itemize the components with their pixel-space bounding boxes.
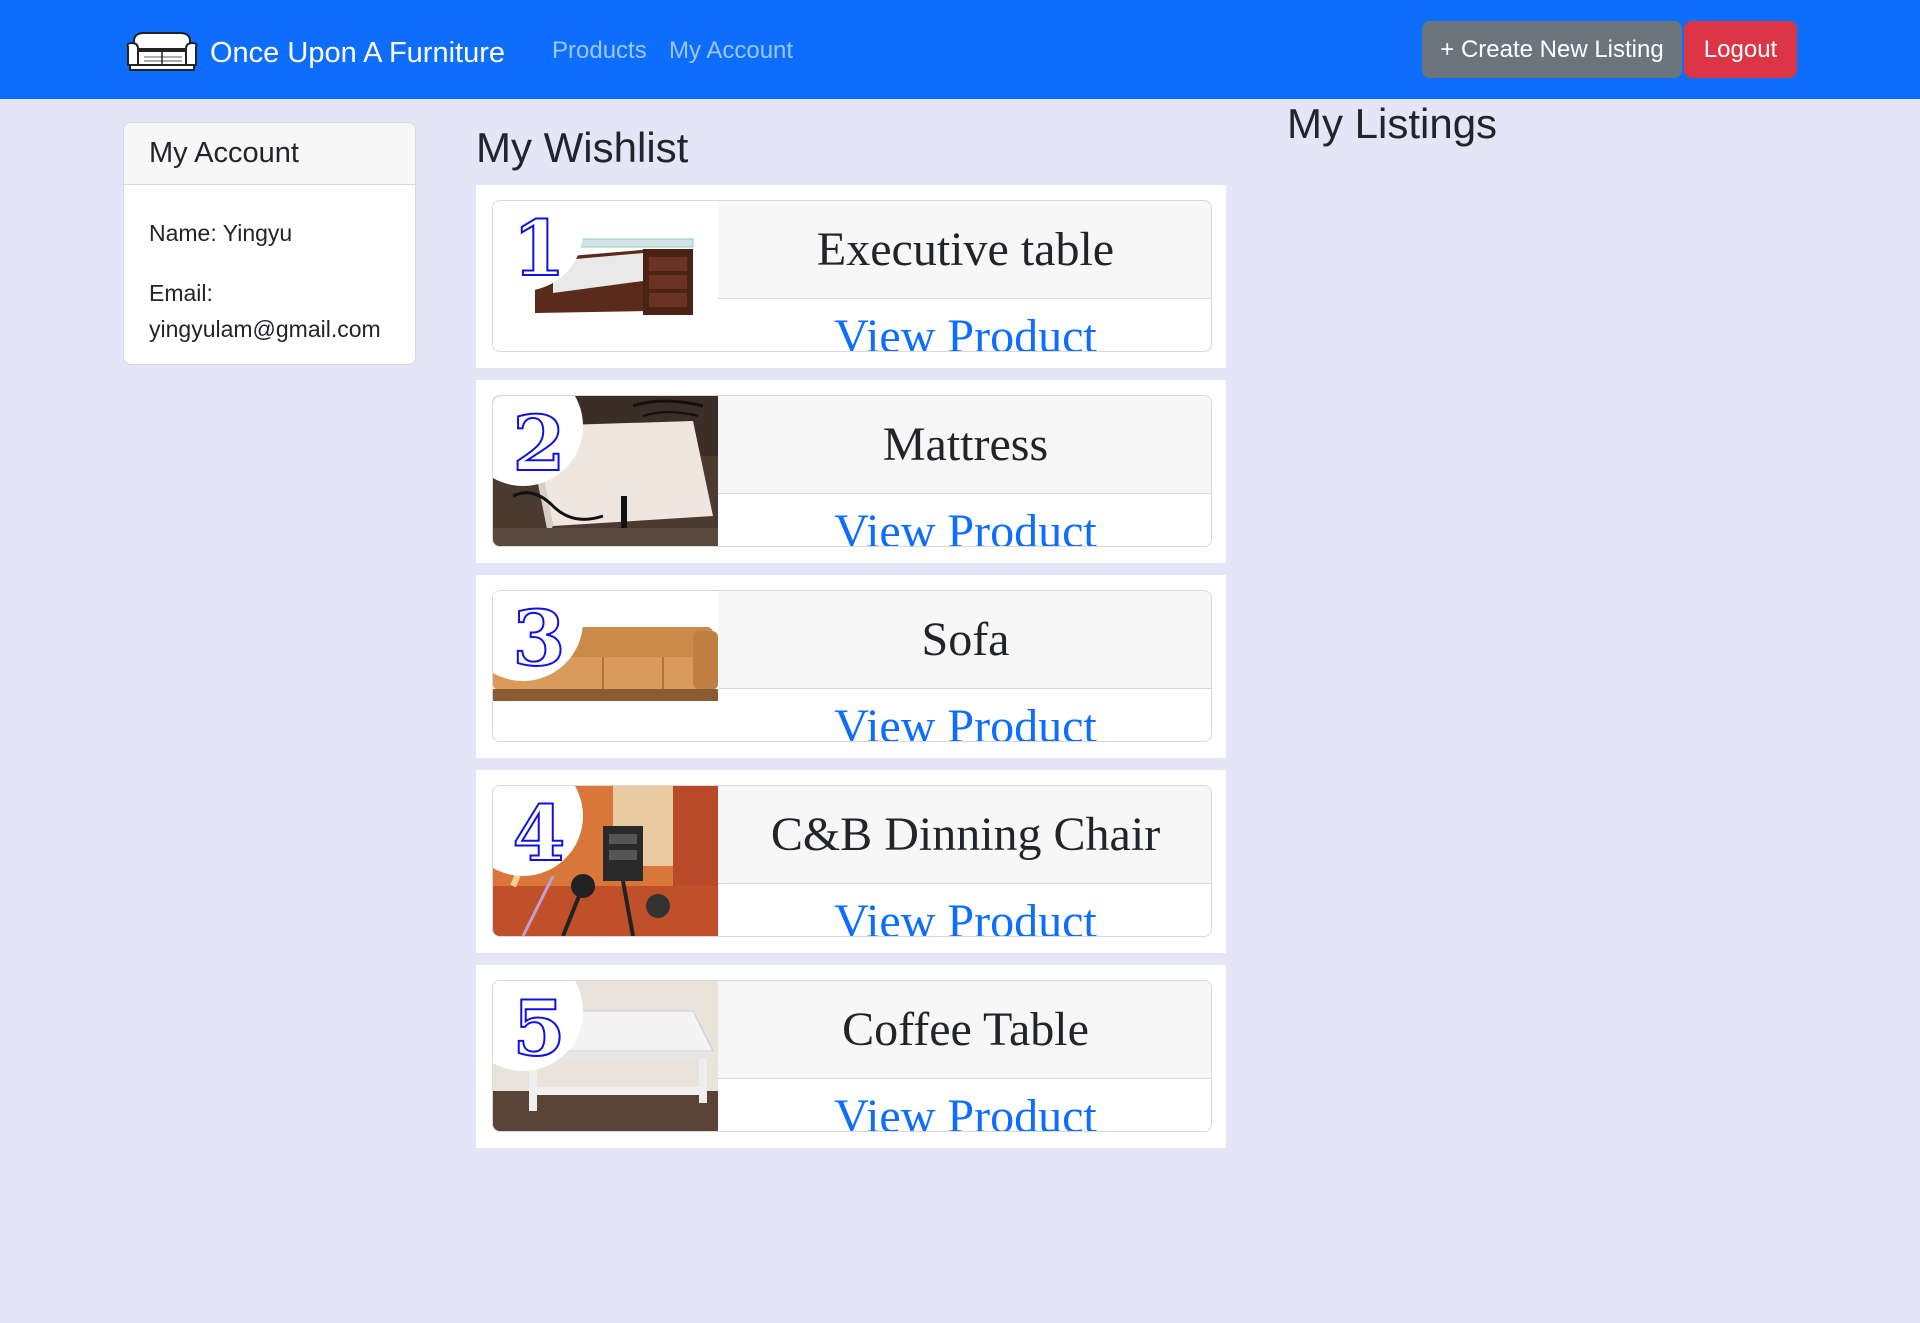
wishlist-item: 1 Executive table View Product: [476, 185, 1226, 368]
product-image-coffee-table: 5: [493, 981, 718, 1131]
product-image-dinning-chair: 4: [493, 786, 718, 936]
brand-name: Once Upon A Furniture: [210, 37, 505, 69]
view-product-link[interactable]: View Product: [718, 885, 1211, 936]
brand-link[interactable]: Once Upon A Furniture: [124, 27, 505, 80]
navbar: Once Upon A Furniture Products My Accoun…: [0, 0, 1920, 99]
logout-button[interactable]: Logout: [1684, 21, 1797, 78]
account-name: Name: Yingyu: [149, 220, 293, 246]
product-name: Mattress: [718, 396, 1211, 494]
nav-link-products[interactable]: Products: [552, 37, 647, 65]
product-name: Executive table: [718, 201, 1211, 299]
account-card: My Account Name: Yingyu Email: yingyulam…: [123, 122, 416, 365]
rank-number: 3: [512, 593, 567, 684]
view-product-link[interactable]: View Product: [718, 690, 1211, 741]
wishlist-title: My Wishlist: [476, 124, 689, 171]
wishlist-item: 4 C&B Dinning Chair View Product: [476, 770, 1226, 953]
product-name: Coffee Table: [718, 981, 1211, 1079]
wishlist-item: 3 Sofa View Product: [476, 575, 1226, 758]
view-product-link[interactable]: View Product: [718, 495, 1211, 546]
wishlist-item: 5 Coffee Table View Product: [476, 965, 1226, 1148]
product-image-mattress: 2: [493, 396, 718, 546]
create-listing-button[interactable]: + Create New Listing: [1422, 21, 1682, 78]
product-name: Sofa: [718, 591, 1211, 689]
listings-title: My Listings: [1287, 100, 1498, 147]
nav-link-my-account[interactable]: My Account: [669, 37, 793, 65]
account-email: yingyulam@gmail.com: [149, 316, 381, 342]
rank-number: 2: [512, 398, 567, 489]
rank-number: 4: [512, 788, 567, 879]
rank-number: 1: [512, 203, 567, 294]
view-product-link[interactable]: View Product: [718, 1080, 1211, 1131]
rank-number: 5: [512, 983, 567, 1074]
sofa-icon: [124, 27, 210, 80]
account-card-body: Name: Yingyu Email: yingyulam@gmail.com: [124, 185, 415, 347]
product-name: C&B Dinning Chair: [718, 786, 1211, 884]
product-image-sofa: 3: [493, 591, 718, 741]
account-card-title: My Account: [124, 123, 415, 185]
wishlist-item: 2 Mattress View Product: [476, 380, 1226, 563]
product-image-executive-table: 1: [493, 201, 718, 351]
account-email-label: Email:: [149, 280, 213, 306]
view-product-link[interactable]: View Product: [718, 300, 1211, 351]
